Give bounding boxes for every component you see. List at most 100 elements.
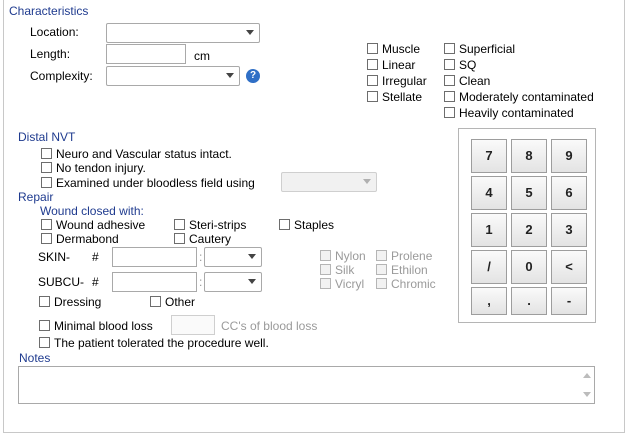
- blood-loss-input[interactable]: [171, 315, 215, 335]
- stellate-label: Stellate: [382, 90, 423, 104]
- irregular-label: Irregular: [382, 74, 427, 88]
- length-unit: cm: [194, 49, 210, 63]
- other-checkbox[interactable]: [150, 296, 161, 307]
- silk-checkbox[interactable]: [320, 264, 331, 275]
- chromic-label: Chromic: [391, 277, 436, 291]
- skin-colon: :: [199, 250, 203, 264]
- sq-label: SQ: [459, 58, 477, 72]
- scroll-up-icon[interactable]: [583, 373, 591, 378]
- ethilon-label: Ethilon: [391, 263, 428, 277]
- nylon-label: Nylon: [335, 249, 366, 263]
- superficial-checkbox[interactable]: [444, 43, 455, 54]
- scroll-down-icon[interactable]: [583, 392, 591, 397]
- key-1[interactable]: 1: [471, 213, 507, 247]
- location-label: Location:: [30, 25, 79, 39]
- cautery-checkbox[interactable]: [174, 233, 185, 244]
- stellate-checkbox[interactable]: [367, 91, 378, 102]
- chevron-down-icon: [363, 179, 371, 184]
- vicryl-label: Vicryl: [335, 277, 365, 291]
- other-label: Other: [165, 295, 196, 309]
- blood-loss-unit: CC's of blood loss: [221, 319, 318, 333]
- subcu-label: SUBCU-: [38, 275, 85, 289]
- chromic-checkbox[interactable]: [376, 278, 387, 289]
- key-0[interactable]: 0: [511, 250, 547, 284]
- skin-label: SKIN-: [38, 250, 71, 264]
- chevron-down-icon: [248, 254, 256, 259]
- dressing-checkbox[interactable]: [39, 296, 50, 307]
- key-backspace[interactable]: <: [551, 250, 587, 284]
- muscle-checkbox[interactable]: [367, 43, 378, 54]
- steri-strips-checkbox[interactable]: [174, 219, 185, 230]
- wound-closed-label: Wound closed with:: [40, 204, 144, 218]
- key-8[interactable]: 8: [511, 139, 547, 173]
- key-7[interactable]: 7: [471, 139, 507, 173]
- notes-textarea[interactable]: [18, 366, 595, 404]
- subcu-select[interactable]: [204, 272, 262, 292]
- chevron-down-icon: [246, 30, 254, 35]
- skin-select[interactable]: [204, 247, 262, 267]
- tolerated-checkbox[interactable]: [39, 337, 50, 348]
- minimal-blood-loss-label: Minimal blood loss: [54, 319, 153, 333]
- moderately-contaminated-checkbox[interactable]: [444, 91, 455, 102]
- vicryl-checkbox[interactable]: [320, 278, 331, 289]
- key-5[interactable]: 5: [511, 176, 547, 210]
- dressing-label: Dressing: [54, 295, 102, 309]
- skin-number-input[interactable]: [112, 247, 197, 267]
- minimal-blood-loss-checkbox[interactable]: [39, 320, 50, 331]
- length-input[interactable]: [106, 44, 186, 64]
- tolerated-label: The patient tolerated the procedure well…: [54, 336, 269, 350]
- key-comma[interactable]: ,: [471, 287, 507, 315]
- no-tendon-checkbox[interactable]: [41, 162, 52, 173]
- notes-scrollbar[interactable]: [579, 367, 594, 403]
- dermabond-label: Dermabond: [56, 232, 119, 246]
- key-minus[interactable]: -: [551, 287, 587, 315]
- sq-checkbox[interactable]: [444, 59, 455, 70]
- heavily-contaminated-checkbox[interactable]: [444, 107, 455, 118]
- complexity-select[interactable]: [106, 66, 240, 86]
- wound-adhesive-checkbox[interactable]: [41, 219, 52, 230]
- key-3[interactable]: 3: [551, 213, 587, 247]
- neuro-vascular-checkbox[interactable]: [41, 148, 52, 159]
- subcu-colon: :: [199, 275, 203, 289]
- key-slash[interactable]: /: [471, 250, 507, 284]
- dermabond-checkbox[interactable]: [41, 233, 52, 244]
- subcu-number-input[interactable]: [112, 272, 197, 292]
- nylon-checkbox[interactable]: [320, 250, 331, 261]
- chevron-down-icon: [226, 73, 234, 78]
- staples-checkbox[interactable]: [279, 219, 290, 230]
- complexity-label: Complexity:: [30, 69, 93, 83]
- clean-checkbox[interactable]: [444, 75, 455, 86]
- section-title-distal-nvt: Distal NVT: [18, 130, 76, 144]
- staples-label: Staples: [294, 218, 335, 232]
- heavily-contaminated-label: Heavily contaminated: [459, 106, 574, 120]
- prolene-label: Prolene: [391, 249, 433, 263]
- moderately-contaminated-label: Moderately contaminated: [459, 90, 594, 104]
- key-period[interactable]: .: [511, 287, 547, 315]
- irregular-checkbox[interactable]: [367, 75, 378, 86]
- silk-label: Silk: [335, 263, 355, 277]
- key-2[interactable]: 2: [511, 213, 547, 247]
- bloodless-field-select[interactable]: [281, 172, 377, 192]
- neuro-vascular-label: Neuro and Vascular status intact.: [56, 147, 232, 161]
- section-title-repair: Repair: [18, 190, 54, 204]
- help-icon[interactable]: ?: [246, 69, 260, 83]
- chevron-down-icon: [248, 279, 256, 284]
- key-9[interactable]: 9: [551, 139, 587, 173]
- key-6[interactable]: 6: [551, 176, 587, 210]
- location-select[interactable]: [106, 23, 260, 43]
- no-tendon-label: No tendon injury.: [56, 161, 146, 175]
- section-title-notes: Notes: [19, 351, 51, 365]
- ethilon-checkbox[interactable]: [376, 264, 387, 275]
- bloodless-field-checkbox[interactable]: [41, 177, 52, 188]
- muscle-label: Muscle: [382, 42, 421, 56]
- skin-hash: #: [92, 250, 99, 264]
- prolene-checkbox[interactable]: [376, 250, 387, 261]
- linear-checkbox[interactable]: [367, 59, 378, 70]
- bloodless-field-label: Examined under bloodless field using: [56, 176, 255, 190]
- cautery-label: Cautery: [189, 232, 232, 246]
- superficial-label: Superficial: [459, 42, 516, 56]
- linear-label: Linear: [382, 58, 416, 72]
- section-title-characteristics: Characteristics: [9, 4, 89, 18]
- key-4[interactable]: 4: [471, 176, 507, 210]
- wound-adhesive-label: Wound adhesive: [56, 218, 146, 232]
